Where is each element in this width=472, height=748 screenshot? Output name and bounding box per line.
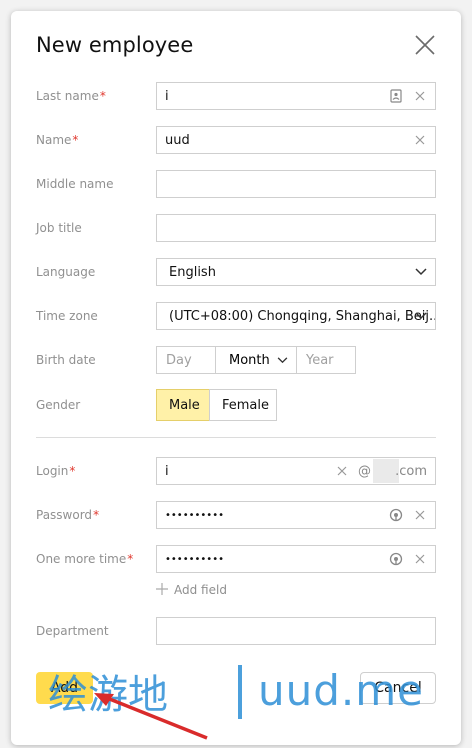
password-generate-icon[interactable]: [389, 552, 403, 566]
add-field-label: Add field: [174, 583, 227, 597]
login-at-sign: @: [358, 464, 371, 479]
clear-icon[interactable]: [335, 464, 349, 478]
birth-month-value: Month: [229, 353, 270, 368]
password-repeat-input[interactable]: ••••••••••: [156, 545, 436, 573]
name-label: Name*: [36, 133, 79, 147]
middle-name-row: Middle name: [36, 170, 436, 198]
last-name-label: Last name*: [36, 89, 106, 103]
time-zone-select[interactable]: (UTC+08:00) Chongqing, Shanghai, Beij...: [156, 302, 436, 330]
login-value: i: [165, 464, 169, 479]
password-repeat-value: ••••••••••: [165, 554, 224, 565]
birth-day-input[interactable]: Day: [156, 346, 216, 374]
close-icon[interactable]: [413, 33, 437, 57]
language-value: English: [169, 265, 216, 280]
last-name-row: Last name* i: [36, 82, 436, 110]
chevron-down-icon: [415, 268, 427, 276]
password-generate-icon[interactable]: [389, 508, 403, 522]
clear-icon[interactable]: [413, 133, 427, 147]
time-zone-row: Time zone (UTC+08:00) Chongqing, Shangha…: [36, 302, 436, 330]
red-arrow-annotation: [94, 693, 208, 740]
dialog-title: New employee: [36, 33, 194, 57]
birth-month-select[interactable]: Month: [215, 346, 297, 374]
login-domain-suffix: .com: [395, 464, 427, 479]
watermark-text: uud.me: [258, 666, 425, 715]
birth-year-input[interactable]: Year: [296, 346, 356, 374]
language-label: Language: [36, 265, 96, 279]
gender-female-button[interactable]: Female: [209, 389, 277, 421]
department-label: Department: [36, 624, 109, 638]
password-value: ••••••••••: [165, 510, 224, 521]
chevron-down-icon: [277, 357, 288, 364]
birth-date-row: Birth date Day Month Year: [36, 346, 436, 374]
name-input[interactable]: uud: [156, 126, 436, 154]
gender-male-button[interactable]: Male: [156, 389, 210, 421]
department-input[interactable]: [156, 617, 436, 645]
time-zone-value: (UTC+08:00) Chongqing, Shanghai, Beij...: [169, 309, 436, 324]
password-input[interactable]: ••••••••••: [156, 501, 436, 529]
login-label: Login*: [36, 464, 76, 478]
watermark-divider: [238, 665, 242, 719]
job-title-label: Job title: [36, 221, 82, 235]
password-label: Password*: [36, 508, 100, 522]
last-name-value: i: [165, 89, 169, 104]
time-zone-label: Time zone: [36, 309, 98, 323]
gender-label: Gender: [36, 398, 81, 412]
last-name-input[interactable]: i: [156, 82, 436, 110]
clear-icon[interactable]: [413, 552, 427, 566]
job-title-row: Job title: [36, 214, 436, 242]
birth-date-label: Birth date: [36, 353, 96, 367]
middle-name-label: Middle name: [36, 177, 114, 191]
plus-icon: [156, 583, 168, 595]
name-value: uud: [165, 133, 190, 148]
password-row: Password* ••••••••••: [36, 501, 436, 529]
password-repeat-label: One more time*: [36, 552, 134, 566]
middle-name-input[interactable]: [156, 170, 436, 198]
clear-icon[interactable]: [413, 508, 427, 522]
section-divider: [36, 437, 436, 438]
name-row: Name* uud: [36, 126, 436, 154]
clear-icon[interactable]: [413, 89, 427, 103]
login-row: Login* i @ .com: [36, 457, 436, 485]
department-row: Department: [36, 617, 436, 645]
chevron-down-icon: [415, 312, 427, 320]
language-select[interactable]: English: [156, 258, 436, 286]
password-repeat-row: One more time* ••••••••••: [36, 545, 436, 573]
contact-card-icon[interactable]: [389, 89, 403, 103]
job-title-input[interactable]: [156, 214, 436, 242]
gender-row: Gender Male Female: [36, 389, 436, 421]
add-field-link[interactable]: Add field: [156, 583, 227, 597]
new-employee-dialog: New employee Last name* i Name* uud Midd…: [11, 11, 461, 745]
login-input[interactable]: i @ .com: [156, 457, 436, 485]
language-row: Language English: [36, 258, 436, 286]
